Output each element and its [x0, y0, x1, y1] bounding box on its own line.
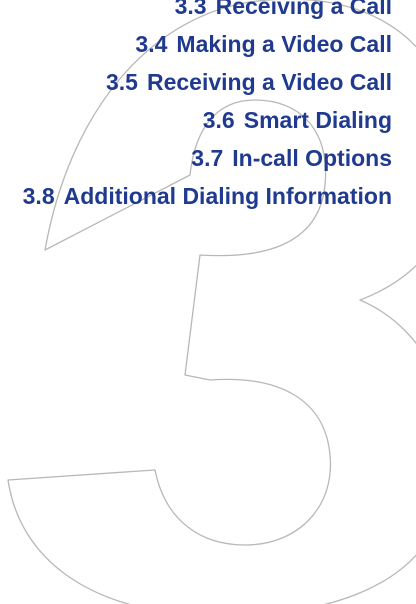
toc-item[interactable]: 3.5 Receiving a Video Call — [23, 63, 392, 101]
toc-item-title: Additional Dialing Information — [63, 183, 392, 209]
toc-item[interactable]: 3.8 Additional Dialing Information — [23, 177, 392, 215]
toc-item[interactable]: 3.3 Receiving a Call — [23, 0, 392, 25]
chapter-divider-page: 3.3 Receiving a Call 3.4 Making a Video Ca… — [0, 0, 416, 604]
toc-item[interactable]: 3.7 In-call Options — [23, 139, 392, 177]
toc-item-title: Receiving a Call — [215, 0, 392, 19]
toc-item-title: Smart Dialing — [243, 107, 392, 133]
toc-item-number: 3.4 — [135, 31, 168, 57]
toc-item-number: 3.8 — [22, 183, 55, 209]
toc-item-title: Receiving a Video Call — [146, 69, 392, 95]
toc-item-number: 3.6 — [202, 107, 235, 133]
toc-item-number: 3.7 — [191, 145, 224, 171]
chapter-toc-list: 3.3 Receiving a Call 3.4 Making a Video Ca… — [23, 0, 392, 215]
toc-item[interactable]: 3.4 Making a Video Call — [23, 25, 392, 63]
toc-item-title: In-call Options — [232, 145, 392, 171]
toc-item-title: Making a Video Call — [176, 31, 392, 57]
toc-item-number: 3.5 — [106, 69, 138, 95]
toc-item[interactable]: 3.6 Smart Dialing — [23, 101, 392, 139]
toc-item-number: 3.3 — [174, 0, 207, 19]
